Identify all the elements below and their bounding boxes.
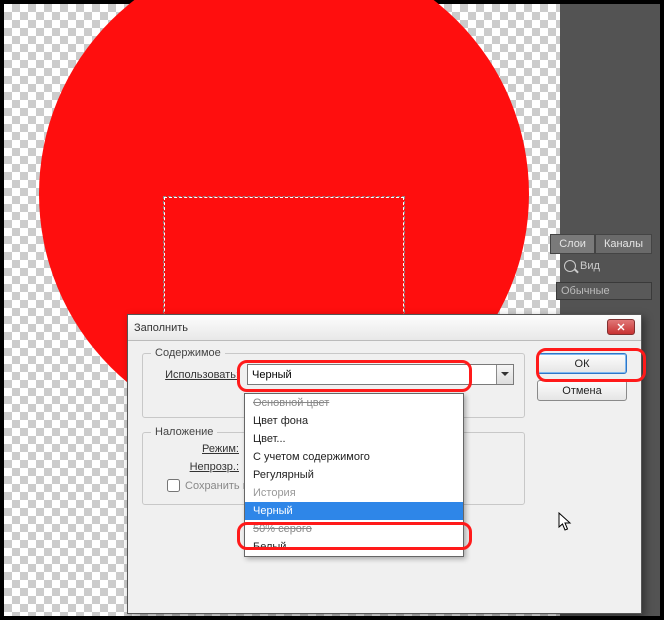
preserve-label: Сохранить п <box>185 480 249 492</box>
blending-legend: Наложение <box>151 426 217 438</box>
close-button[interactable] <box>607 319 635 335</box>
use-value: Черный <box>252 369 292 381</box>
ok-button[interactable]: ОК <box>537 353 627 374</box>
contents-legend: Содержимое <box>151 347 225 359</box>
dropdown-item[interactable]: Черный <box>245 502 463 520</box>
dropdown-item[interactable]: Регулярный <box>245 466 463 484</box>
chevron-down-icon <box>496 365 513 384</box>
search-icon <box>564 260 576 272</box>
cursor-icon <box>558 512 574 532</box>
dropdown-item[interactable]: Белый <box>245 538 463 556</box>
dialog-titlebar[interactable]: Заполнить <box>128 315 641 341</box>
opacity-label: Непрозр.: <box>153 461 239 473</box>
dropdown-item[interactable]: Цвет фона <box>245 412 463 430</box>
tab-channels[interactable]: Каналы <box>595 234 652 254</box>
mode-label: Режим: <box>153 443 239 455</box>
blend-mode-select[interactable]: Обычные <box>556 282 652 300</box>
preserve-checkbox[interactable] <box>167 479 180 492</box>
close-icon <box>617 323 625 331</box>
dropdown-item: История <box>245 484 463 502</box>
tab-layers[interactable]: Слои <box>550 234 595 254</box>
layer-search[interactable]: Вид <box>556 256 652 276</box>
use-combobox[interactable]: Черный <box>247 364 514 385</box>
dropdown-item[interactable]: Цвет... <box>245 430 463 448</box>
dropdown-item[interactable]: С учетом содержимого <box>245 448 463 466</box>
dialog-title: Заполнить <box>134 322 188 334</box>
search-label: Вид <box>580 260 600 272</box>
panel-tabs: Слои Каналы <box>550 234 652 254</box>
use-dropdown-list[interactable]: Основной цветЦвет фонаЦвет...С учетом со… <box>244 393 464 557</box>
dropdown-item[interactable]: 50% серого <box>245 520 463 538</box>
dropdown-item[interactable]: Основной цвет <box>245 394 463 412</box>
use-label: Использовать: <box>153 369 239 381</box>
cancel-button[interactable]: Отмена <box>537 380 627 401</box>
